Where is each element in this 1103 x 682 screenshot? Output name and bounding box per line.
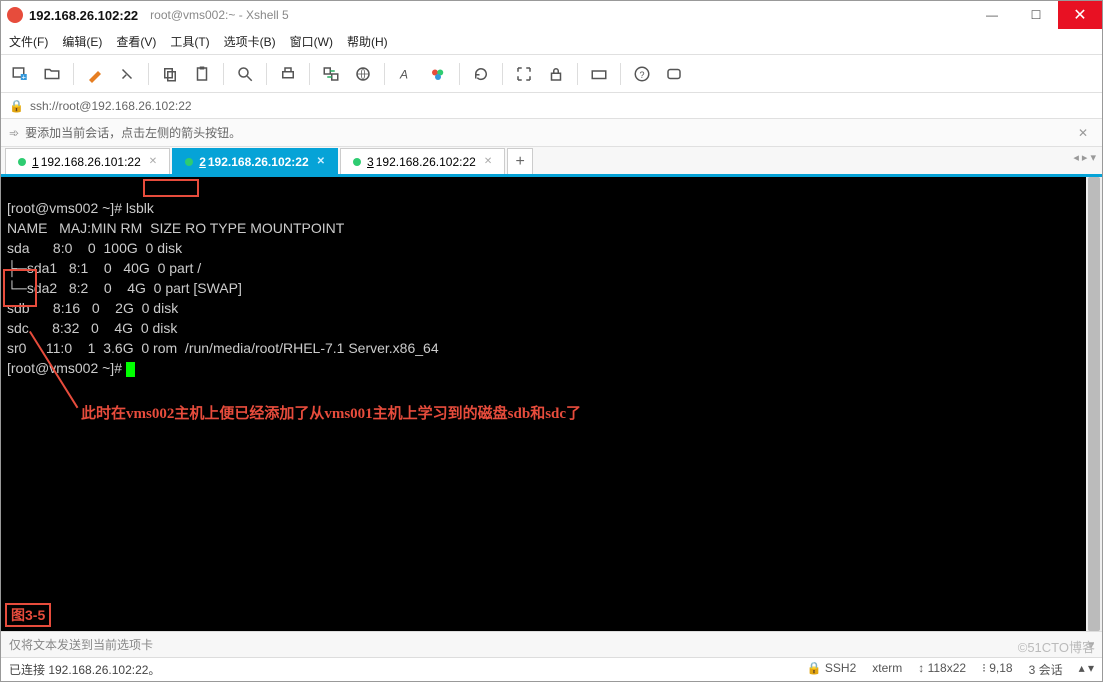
window-close-button[interactable]: ✕ [1058, 1, 1102, 29]
tab-nav-icon[interactable]: ◂ ▸ ▾ [1073, 151, 1096, 164]
status-connection: 已连接 192.168.26.102:22。 [9, 661, 160, 678]
terminal-scrollbar[interactable] [1086, 177, 1102, 631]
hint-bar: ➾ 要添加当前会话，点击左侧的箭头按钮。 ✕ [1, 119, 1102, 147]
menu-edit[interactable]: 编辑(E) [62, 33, 102, 50]
menu-view[interactable]: 查看(V) [116, 33, 156, 50]
arrow-hint-icon[interactable]: ➾ [9, 126, 19, 140]
toolbar: + A ? [1, 55, 1102, 93]
menu-bar: 文件(F) 编辑(E) 查看(V) 工具(T) 选项卡(B) 窗口(W) 帮助(… [1, 29, 1102, 55]
figure-label: 图3-5 [5, 603, 51, 627]
lock-icon[interactable] [545, 63, 567, 85]
lsblk-row: └─sda2 8:2 0 4G 0 part [SWAP] [7, 280, 242, 296]
highlight-box-disk [3, 269, 37, 307]
status-dot-icon [353, 158, 361, 166]
tab-close-icon[interactable]: ✕ [149, 156, 157, 167]
lsblk-header: NAME MAJ:MIN RM SIZE RO TYPE MOUNTPOINT [7, 220, 344, 236]
window-maximize-button[interactable]: ☐ [1014, 1, 1058, 29]
menu-file[interactable]: 文件(F) [9, 33, 48, 50]
app-icon [7, 7, 23, 23]
svg-text:?: ? [639, 69, 644, 79]
hint-close-button[interactable]: ✕ [1072, 126, 1094, 140]
cursor-icon [126, 362, 135, 377]
help-icon[interactable]: ? [631, 63, 653, 85]
keyboard-icon[interactable] [588, 63, 610, 85]
address-bar[interactable]: 🔒 ssh://root@192.168.26.102:22 [1, 93, 1102, 119]
terminal-prompt: [root@vms002 ~]# [7, 200, 126, 216]
transfer-icon[interactable] [320, 63, 342, 85]
watermark: ©51CTO博客 [1018, 637, 1095, 656]
status-bar: 已连接 192.168.26.102:22。 🔒 SSH2 xterm ↕ 11… [1, 657, 1102, 681]
session-tab-3[interactable]: 3 192.168.26.102:22 ✕ [340, 148, 505, 174]
fullscreen-icon[interactable] [513, 63, 535, 85]
svg-text:A: A [399, 67, 408, 81]
tab-close-icon[interactable]: ✕ [317, 156, 325, 167]
status-ssh: 🔒 SSH2 [807, 661, 857, 678]
terminal-prompt: [root@vms002 ~]# [7, 360, 126, 376]
annotation-text: 此时在vms002主机上便已经添加了从vms001主机上学习到的磁盘sdb和sd… [81, 405, 581, 423]
title-host: 192.168.26.102:22 [29, 8, 138, 23]
status-sessions: 3 会话 [1029, 661, 1063, 678]
paste-icon[interactable] [191, 63, 213, 85]
color-icon[interactable] [427, 63, 449, 85]
tab-add-button[interactable]: + [507, 148, 533, 174]
tabs-bar: 1 192.168.26.101:22 ✕ 2 192.168.26.102:2… [1, 147, 1102, 177]
refresh-icon[interactable] [470, 63, 492, 85]
status-term: xterm [872, 661, 902, 678]
status-dot-icon [185, 158, 193, 166]
title-sub: root@vms002:~ - Xshell 5 [150, 8, 289, 22]
lsblk-row: sdc 8:32 0 4G 0 disk [7, 320, 181, 336]
font-icon[interactable]: A [395, 63, 417, 85]
send-bar[interactable]: 仅将文本发送到当前选项卡 ▾ [1, 631, 1102, 657]
svg-text:+: + [22, 72, 27, 81]
chevron-up-icon[interactable]: ▴ ▾ [1079, 661, 1094, 678]
menu-help[interactable]: 帮助(H) [347, 33, 388, 50]
reconnect-icon[interactable] [116, 63, 138, 85]
status-size: ↕ 118x22 [918, 661, 966, 678]
compose-icon[interactable] [663, 63, 685, 85]
status-dot-icon [18, 158, 26, 166]
session-tab-2[interactable]: 2 192.168.26.102:22 ✕ [172, 148, 338, 174]
address-text: ssh://root@192.168.26.102:22 [30, 99, 192, 113]
session-tab-1[interactable]: 1 192.168.26.101:22 ✕ [5, 148, 170, 174]
new-session-icon[interactable]: + [9, 63, 31, 85]
copy-icon[interactable] [159, 63, 181, 85]
terminal-area[interactable]: [root@vms002 ~]# lsblk NAME MAJ:MIN RM S… [1, 177, 1102, 631]
menu-tab[interactable]: 选项卡(B) [224, 33, 276, 50]
lsblk-row: sr0 11:0 1 3.6G 0 rom /run/media/root/RH… [7, 340, 439, 356]
menu-window[interactable]: 窗口(W) [290, 33, 333, 50]
send-bar-label: 仅将文本发送到当前选项卡 [9, 636, 153, 653]
title-bar: 192.168.26.102:22 root@vms002:~ - Xshell… [1, 1, 1102, 29]
menu-tools[interactable]: 工具(T) [170, 33, 209, 50]
terminal-command: lsblk [126, 200, 154, 216]
window-minimize-button[interactable]: — [970, 1, 1014, 29]
print-icon[interactable] [277, 63, 299, 85]
globe-icon[interactable] [352, 63, 374, 85]
lsblk-row: sda 8:0 0 100G 0 disk [7, 240, 186, 256]
tab-close-icon[interactable]: ✕ [484, 156, 492, 167]
properties-icon[interactable] [84, 63, 106, 85]
status-pos: ⁝ 9,18 [982, 661, 1013, 678]
highlight-box-cmd [143, 179, 199, 197]
search-icon[interactable] [234, 63, 256, 85]
open-session-icon[interactable] [41, 63, 63, 85]
hint-text: 要添加当前会话，点击左侧的箭头按钮。 [25, 124, 241, 141]
lock-small-icon: 🔒 [9, 99, 24, 113]
